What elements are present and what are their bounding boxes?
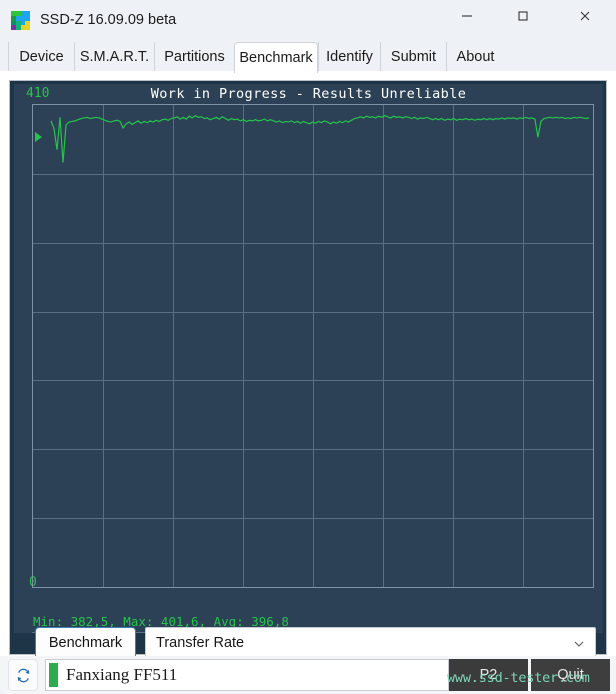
- tab-submit[interactable]: Submit: [380, 42, 446, 72]
- chart-board: 410 Work in Progress - Results Unreliabl…: [14, 84, 603, 611]
- tab-s-m-a-r-t[interactable]: S.M.A.R.T.: [74, 42, 154, 72]
- benchmark-mode-value: Transfer Rate: [156, 635, 245, 651]
- bottom-bar: Fanxiang FF511 P2 Quit: [0, 656, 616, 694]
- chevron-down-icon: [574, 641, 584, 647]
- tab-about[interactable]: About: [446, 42, 504, 72]
- benchmark-panel: 410 Work in Progress - Results Unreliabl…: [0, 71, 616, 659]
- ssdz-window: SSD-Z 16.09.09 beta Device S.M.A.R.T. Part…: [0, 0, 616, 694]
- transfer-rate-trace: [33, 105, 593, 587]
- benchmark-frame: 410 Work in Progress - Results Unreliabl…: [9, 80, 608, 659]
- chart-plot-area: [32, 104, 594, 588]
- tab-benchmark[interactable]: Benchmark: [234, 42, 318, 73]
- app-logo-icon: [11, 11, 30, 30]
- tab-bar: Device S.M.A.R.T. Partitions Benchmark Ident…: [0, 40, 616, 73]
- partition-button[interactable]: P2: [449, 659, 528, 691]
- benchmark-mode-select[interactable]: Transfer Rate: [145, 627, 596, 659]
- title-bar: SSD-Z 16.09.09 beta: [0, 0, 616, 40]
- quit-button[interactable]: Quit: [531, 659, 610, 691]
- minimize-icon[interactable]: [444, 0, 490, 32]
- close-icon[interactable]: [562, 0, 608, 32]
- tab-label: Partitions: [164, 49, 225, 65]
- maximize-icon[interactable]: [500, 0, 546, 32]
- tab-label: S.M.A.R.T.: [79, 49, 150, 65]
- tab-label: About: [456, 49, 495, 65]
- tab-identify[interactable]: Identify: [318, 42, 380, 72]
- tab-device[interactable]: Device: [8, 42, 74, 72]
- window-title: SSD-Z 16.09.09 beta: [40, 12, 177, 28]
- drive-status-badge: [49, 663, 58, 687]
- refresh-icon[interactable]: [8, 659, 38, 691]
- benchmark-controls: Benchmark Transfer Rate: [10, 627, 608, 659]
- tab-label: Benchmark: [239, 50, 313, 66]
- drive-name-label: Fanxiang FF511: [66, 665, 178, 684]
- tab-label: Submit: [390, 49, 437, 65]
- tab-label: Device: [19, 49, 64, 65]
- benchmark-run-button[interactable]: Benchmark: [35, 627, 136, 659]
- tab-label: Identify: [326, 49, 373, 65]
- tab-partitions[interactable]: Partitions: [154, 42, 234, 72]
- chart-status-title: Work in Progress - Results Unreliable: [150, 86, 467, 102]
- trace-start-marker: [35, 132, 42, 142]
- drive-select[interactable]: Fanxiang FF511: [45, 659, 449, 691]
